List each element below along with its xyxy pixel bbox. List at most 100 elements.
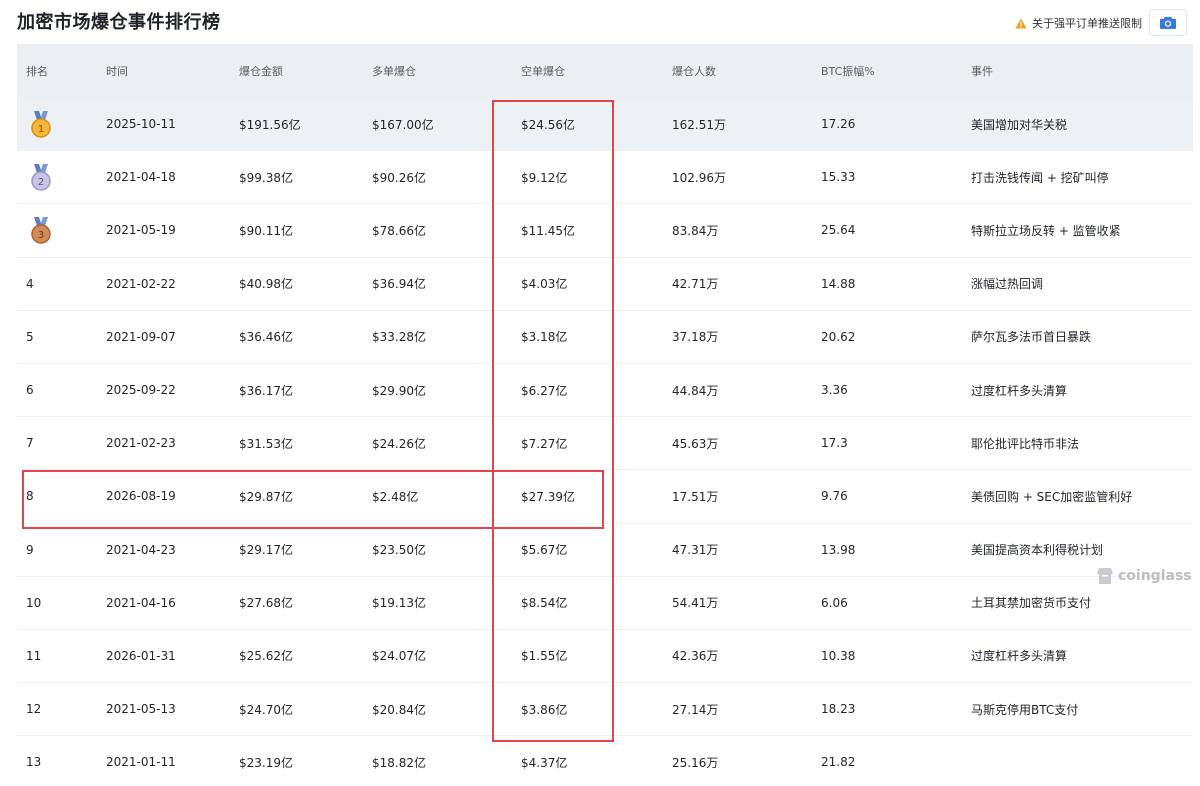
gold-medal-icon: 1: [31, 111, 51, 138]
liquidation-notice-link[interactable]: 关于强平订单推送限制: [1015, 15, 1142, 31]
liquidation-ranking-table: 排名 时间 爆仓金额 多单爆仓 空单爆仓 爆仓人数 BTC振幅% 事件 1 202…: [17, 44, 1193, 786]
svg-text:3: 3: [38, 230, 44, 241]
event-cell: 美国增加对华关税: [971, 117, 1068, 132]
event-cell: 马斯克停用BTC支付: [971, 702, 1079, 717]
long-liquidation-cell: $23.50亿: [372, 543, 426, 558]
silver-medal-icon: 2: [31, 164, 51, 191]
short-liquidation-cell: $4.03亿: [521, 277, 568, 292]
long-liquidation-cell: $24.07亿: [372, 649, 426, 664]
short-liquidation-cell: $6.27亿: [521, 383, 568, 398]
short-liquidation-cell: $9.12亿: [521, 170, 568, 185]
svg-text:1: 1: [38, 124, 44, 135]
table-row[interactable]: 13 2021-01-11 $23.19亿 $18.82亿 $4.37亿 25.16万 21…: [17, 736, 1193, 786]
long-liquidation-cell: $36.94亿: [372, 277, 426, 292]
event-cell: 过度杠杆多头清算: [971, 649, 1068, 664]
date-cell: 2025-09-22: [106, 383, 176, 398]
event-cell: 过度杠杆多头清算: [971, 383, 1068, 398]
short-liquidation-cell: $24.56亿: [521, 117, 575, 132]
date-cell: 2021-01-11: [106, 755, 176, 770]
rank-cell: 7: [26, 436, 34, 451]
liquidated-traders-cell: 45.63万: [672, 436, 719, 451]
liquidated-traders-cell: 54.41万: [672, 596, 719, 611]
short-liquidation-cell: $4.37亿: [521, 755, 568, 770]
event-cell: 萨尔瓦多法币首日暴跌: [971, 330, 1092, 345]
liquidated-traders-cell: 47.31万: [672, 543, 719, 558]
btc-amplitude-cell: 9.76: [821, 489, 848, 504]
screenshot-button[interactable]: [1149, 9, 1187, 36]
liquidated-traders-cell: 37.18万: [672, 330, 719, 345]
total-liquidation-cell: $23.19亿: [239, 755, 293, 770]
table-row[interactable]: 12 2021-05-13 $24.70亿 $20.84亿 $3.86亿 27.14万 18…: [17, 683, 1193, 737]
event-cell: 美国提高资本利得税计划: [971, 543, 1104, 558]
long-liquidation-cell: $78.66亿: [372, 223, 426, 238]
watermark-text: coinglass: [1118, 568, 1192, 584]
btc-amplitude-cell: 17.26: [821, 117, 856, 132]
table-row[interactable]: 1 2025-10-11 $191.56亿 $167.00亿 $24.56亿 162.51…: [17, 98, 1193, 152]
short-liquidation-cell: $8.54亿: [521, 596, 568, 611]
date-cell: 2025-10-11: [106, 117, 176, 132]
col-header-short-liquidation[interactable]: 空单爆仓: [521, 63, 565, 79]
btc-amplitude-cell: 17.3: [821, 436, 848, 451]
table-header: 排名 时间 爆仓金额 多单爆仓 空单爆仓 爆仓人数 BTC振幅% 事件: [17, 44, 1193, 98]
rank-cell: 6: [26, 383, 34, 398]
camera-icon: [1160, 17, 1176, 29]
coinglass-logo-icon: [1097, 568, 1113, 584]
table-row[interactable]: 8 2026-08-19 $29.87亿 $2.48亿 $27.39亿 17.51万 9.7…: [17, 470, 1193, 524]
total-liquidation-cell: $31.53亿: [239, 436, 293, 451]
col-header-date[interactable]: 时间: [106, 63, 128, 79]
col-header-btc-amplitude[interactable]: BTC振幅%: [821, 63, 875, 79]
rank-cell: 9: [26, 542, 34, 557]
date-cell: 2021-04-18: [106, 170, 176, 185]
short-liquidation-cell: $3.86亿: [521, 702, 568, 717]
table-row[interactable]: 5 2021-09-07 $36.46亿 $33.28亿 $3.18亿 37.18万 20.…: [17, 310, 1193, 364]
col-header-liquidated-traders[interactable]: 爆仓人数: [672, 63, 716, 79]
btc-amplitude-cell: 20.62: [821, 329, 856, 344]
liquidated-traders-cell: 27.14万: [672, 702, 719, 717]
page-title: 加密市场爆仓事件排行榜: [17, 12, 221, 33]
table-row[interactable]: 4 2021-02-22 $40.98亿 $36.94亿 $4.03亿 42.71万 14.…: [17, 257, 1193, 311]
btc-amplitude-cell: 25.64: [821, 223, 856, 238]
table-row[interactable]: 7 2021-02-23 $31.53亿 $24.26亿 $7.27亿 45.63万 17.…: [17, 417, 1193, 471]
table-row[interactable]: 6 2025-09-22 $36.17亿 $29.90亿 $6.27亿 44.84万 3.3…: [17, 363, 1193, 418]
long-liquidation-cell: $29.90亿: [372, 383, 426, 398]
liquidated-traders-cell: 42.36万: [672, 649, 719, 664]
btc-amplitude-cell: 13.98: [821, 542, 856, 557]
col-header-long-liquidation[interactable]: 多单爆仓: [372, 63, 416, 79]
col-header-event[interactable]: 事件: [971, 63, 993, 79]
rank-cell: 5: [26, 329, 34, 344]
total-liquidation-cell: $191.56亿: [239, 117, 301, 132]
table-row[interactable]: 9 2021-04-23 $29.17亿 $23.50亿 $5.67亿 47.31万 13.…: [17, 523, 1193, 577]
long-liquidation-cell: $33.28亿: [372, 330, 426, 345]
rank-cell: 8: [26, 489, 34, 504]
table-row[interactable]: 10 2021-04-16 $27.68亿 $19.13亿 $8.54亿 54.41万 6.…: [17, 576, 1193, 630]
liquidated-traders-cell: 102.96万: [672, 170, 726, 185]
event-cell: 美债回购 + SEC加密监管利好: [971, 489, 1133, 504]
liquidated-traders-cell: 17.51万: [672, 489, 719, 504]
date-cell: 2021-09-07: [106, 329, 176, 344]
btc-amplitude-cell: 15.33: [821, 170, 856, 185]
short-liquidation-cell: $1.55亿: [521, 649, 568, 664]
event-cell: 涨幅过热回调: [971, 277, 1044, 292]
total-liquidation-cell: $40.98亿: [239, 277, 293, 292]
date-cell: 2021-04-16: [106, 595, 176, 610]
warning-icon: [1015, 18, 1027, 28]
liquidated-traders-cell: 162.51万: [672, 117, 726, 132]
date-cell: 2021-05-19: [106, 223, 176, 238]
date-cell: 2021-05-13: [106, 702, 176, 717]
col-header-rank[interactable]: 排名: [26, 63, 48, 79]
col-header-total-liquidation[interactable]: 爆仓金额: [239, 63, 283, 79]
event-cell: 土耳其禁加密货币支付: [971, 596, 1092, 611]
long-liquidation-cell: $18.82亿: [372, 755, 426, 770]
date-cell: 2021-02-22: [106, 276, 176, 291]
table-row[interactable]: 2 2021-04-18 $99.38亿 $90.26亿 $9.12亿 102.96万 15…: [17, 151, 1193, 205]
total-liquidation-cell: $29.87亿: [239, 489, 293, 504]
rank-cell: 13: [26, 755, 42, 770]
date-cell: 2026-08-19: [106, 489, 176, 504]
coinglass-watermark: coinglass: [1096, 566, 1192, 586]
rank-cell: 10: [26, 595, 42, 610]
total-liquidation-cell: $36.17亿: [239, 383, 293, 398]
liquidated-traders-cell: 42.71万: [672, 277, 719, 292]
table-row[interactable]: 3 2021-05-19 $90.11亿 $78.66亿 $11.45亿 83.84万 25…: [17, 204, 1193, 258]
btc-amplitude-cell: 3.36: [821, 383, 848, 398]
table-row[interactable]: 11 2026-01-31 $25.62亿 $24.07亿 $1.55亿 42.36万 10…: [17, 629, 1193, 684]
